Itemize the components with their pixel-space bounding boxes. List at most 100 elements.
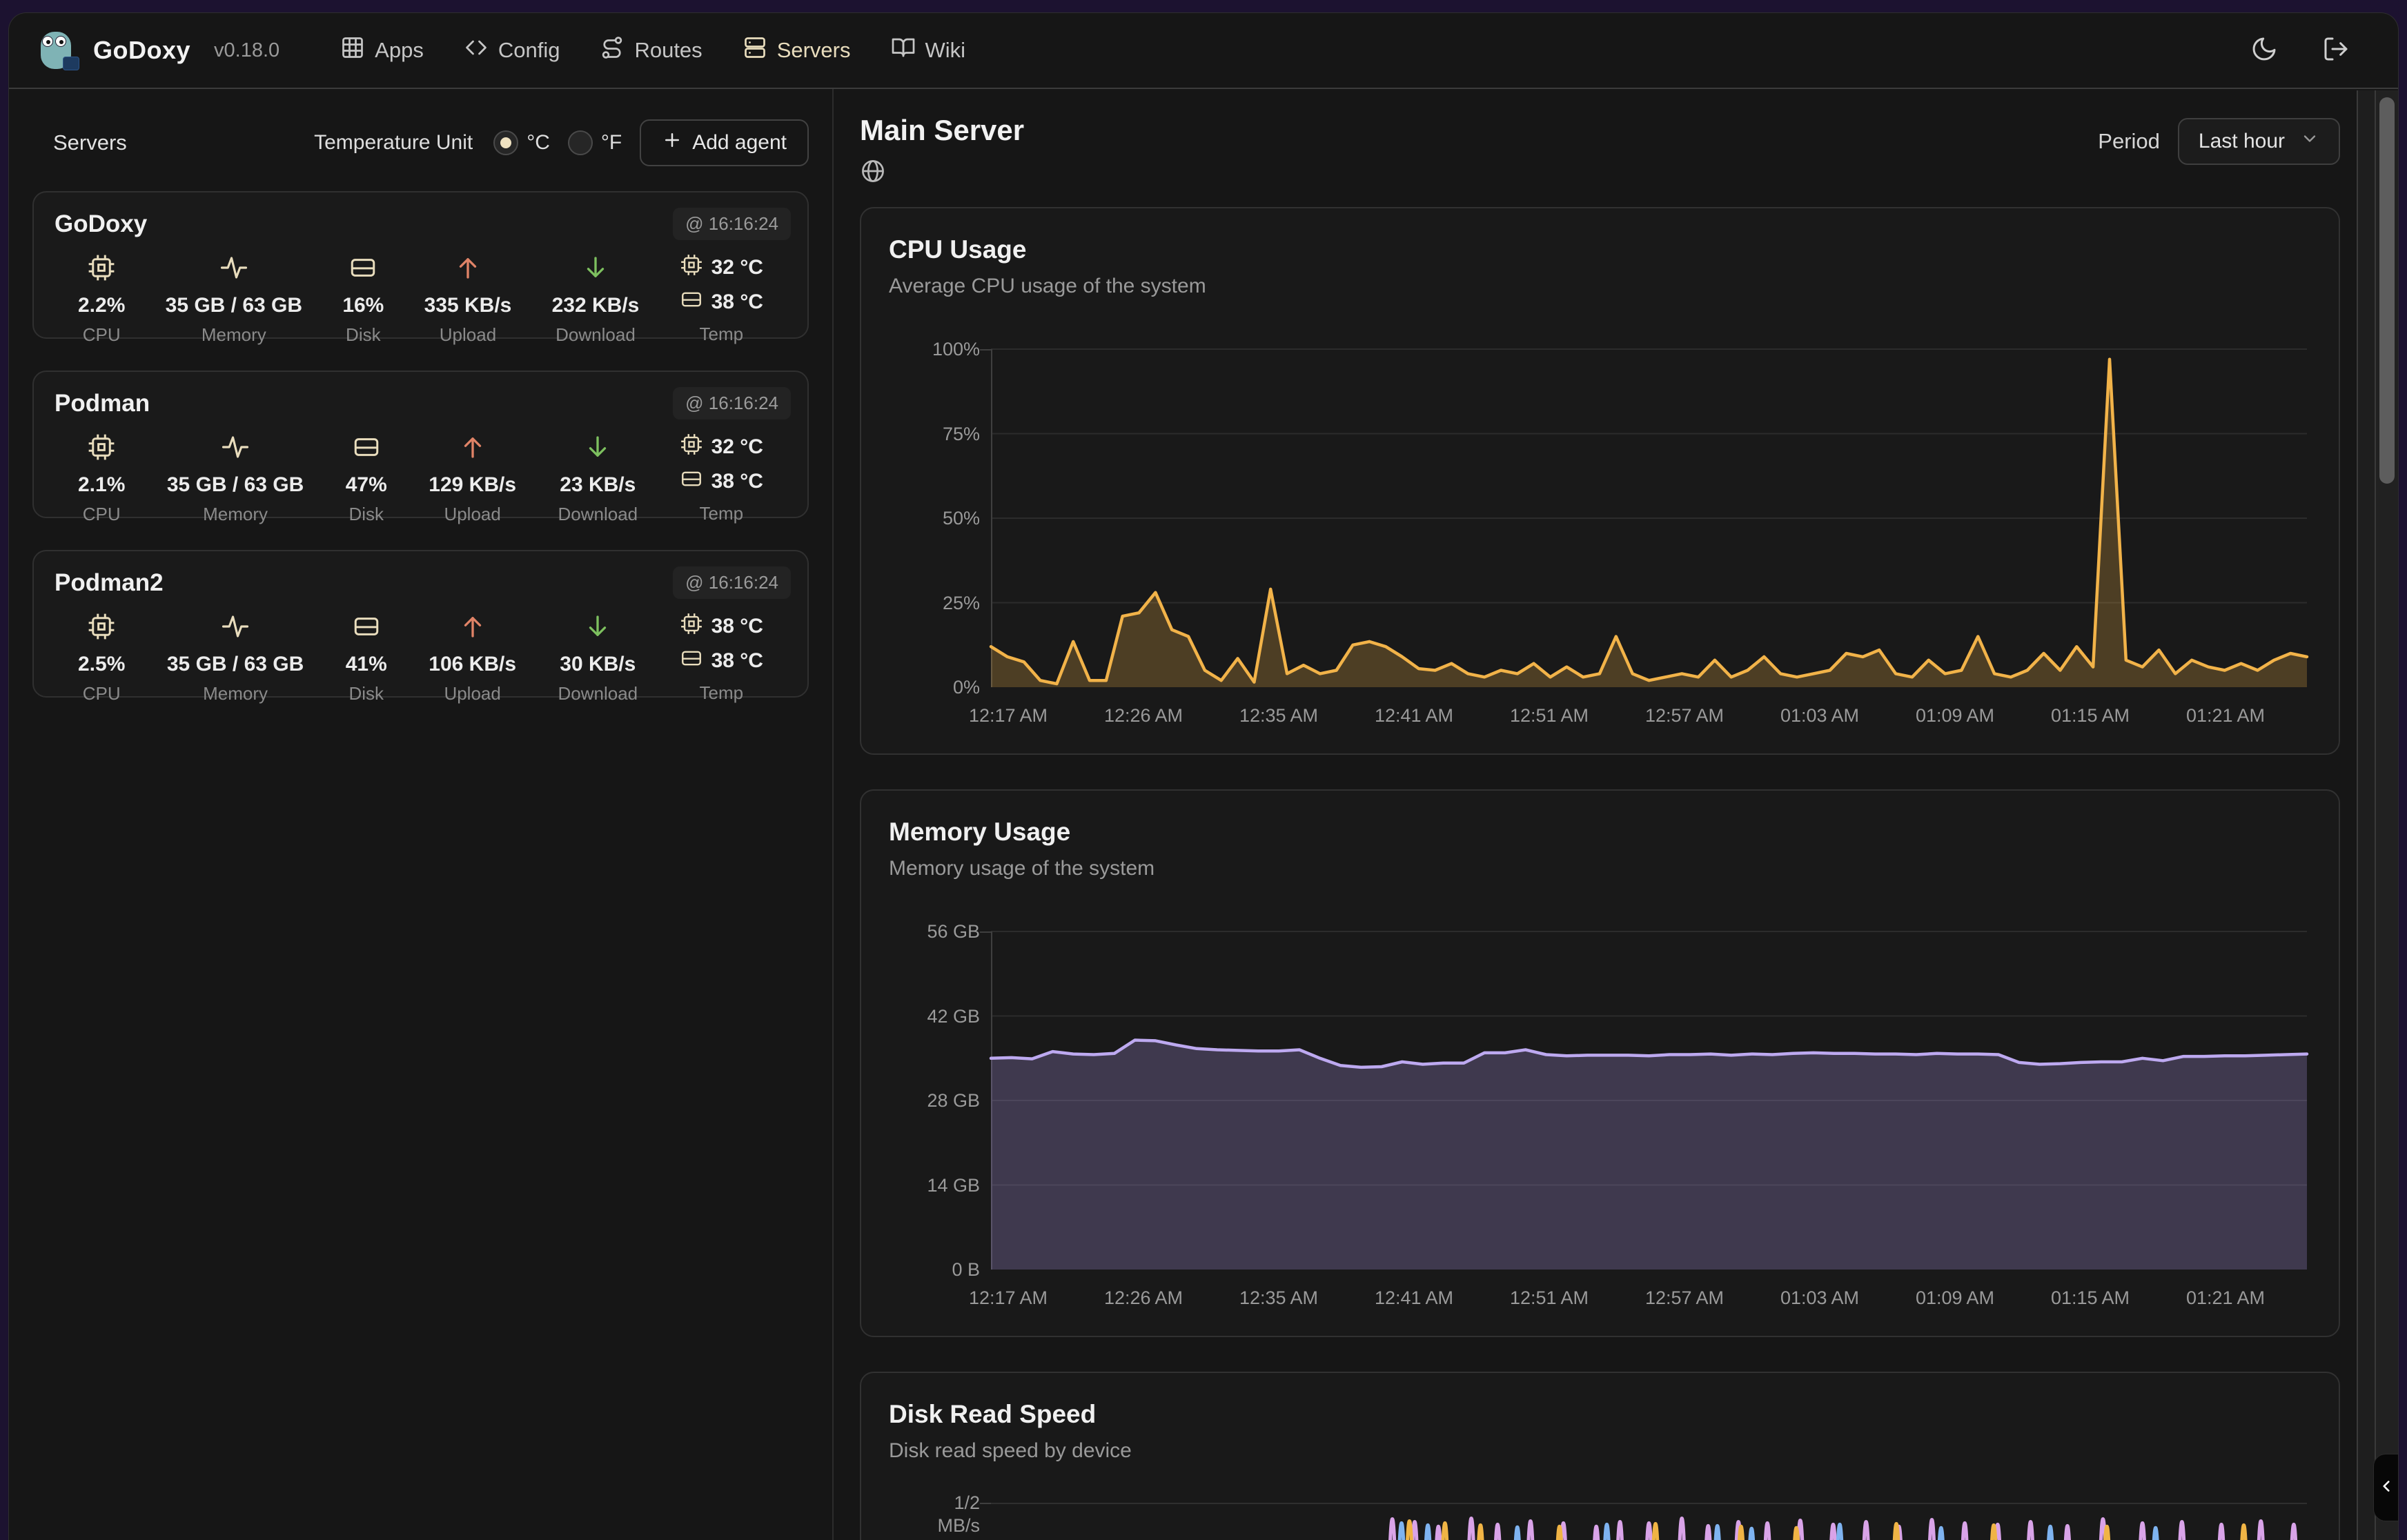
stats-row: 2.2%CPU35 GB / 63 GBMemory16%Disk335 KB/… bbox=[55, 253, 787, 346]
stat-label: CPU bbox=[83, 504, 121, 525]
inner-scrollbar-track bbox=[2357, 90, 2376, 1540]
activity-icon bbox=[219, 253, 248, 286]
page-scrollbar-track bbox=[2376, 90, 2398, 1540]
server-card[interactable]: GoDoxy@ 16:16:242.2%CPU35 GB / 63 GBMemo… bbox=[32, 191, 809, 339]
cpu-icon bbox=[680, 433, 703, 462]
hdd-icon bbox=[680, 467, 703, 496]
x-axis-tick: 01:15 AM bbox=[2051, 1287, 2130, 1309]
period-select[interactable]: Last hour bbox=[2178, 118, 2340, 165]
nav-item-config[interactable]: Config bbox=[464, 35, 560, 66]
stat-label: Temp bbox=[699, 503, 743, 524]
stat-temp: 32 °C38 °CTemp bbox=[680, 433, 763, 525]
collapse-panel-tab[interactable] bbox=[2373, 1454, 2398, 1521]
stat-label: Temp bbox=[700, 324, 744, 345]
stat-label: Download bbox=[558, 504, 638, 525]
nav-item-wiki[interactable]: Wiki bbox=[891, 35, 966, 66]
stat-label: Disk bbox=[348, 504, 384, 525]
stat-label: Temp bbox=[699, 682, 743, 704]
stat-label: Download bbox=[558, 683, 638, 704]
brand-link[interactable]: GoDoxy v0.18.0 bbox=[39, 30, 279, 70]
stat: 129 KB/sUpload bbox=[429, 433, 516, 525]
disk-read-chart: 1/2 MB/s bbox=[991, 1503, 2307, 1540]
cpu-temp-value: 32 °C bbox=[711, 435, 763, 459]
stat-value: 35 GB / 63 GB bbox=[167, 653, 304, 676]
chart-title: Memory Usage bbox=[889, 817, 2307, 847]
last-update-badge: @ 16:16:24 bbox=[673, 566, 791, 599]
stat-label: Memory bbox=[202, 324, 266, 346]
cpu-usage-chart: 100%75%50%25%0%12:17 AM12:26 AM12:35 AM1… bbox=[991, 349, 2307, 687]
temperature-unit-label: Temperature Unit bbox=[314, 131, 473, 155]
nav-item-label: Wiki bbox=[925, 38, 966, 63]
stat: 30 KB/sDownload bbox=[558, 612, 638, 704]
radio-fahrenheit[interactable]: °F bbox=[568, 130, 622, 155]
x-axis-tick: 12:57 AM bbox=[1645, 705, 1724, 727]
server-card[interactable]: Podman@ 16:16:242.1%CPU35 GB / 63 GBMemo… bbox=[32, 371, 809, 518]
stat-label: Disk bbox=[348, 683, 384, 704]
x-axis-tick: 12:35 AM bbox=[1239, 705, 1318, 727]
page-title: Main Server bbox=[860, 114, 1024, 147]
globe-icon bbox=[860, 158, 1024, 188]
nav-items: Apps Config Routes Servers Wiki bbox=[340, 35, 965, 66]
arrow-down-icon bbox=[583, 612, 612, 644]
arrow-up-icon bbox=[458, 612, 487, 644]
add-agent-button[interactable]: Add agent bbox=[640, 119, 809, 166]
period-label: Period bbox=[2098, 129, 2160, 154]
stat-temp: 38 °C38 °CTemp bbox=[680, 612, 763, 704]
y-axis-tick: 25% bbox=[890, 593, 980, 613]
y-axis-tick: 50% bbox=[890, 508, 980, 529]
radio-circle bbox=[493, 130, 518, 155]
stat-value: 106 KB/s bbox=[429, 653, 516, 676]
main-panel: Main Server Period Last hour CPU Usage A… bbox=[834, 89, 2399, 1540]
stat-value: 16% bbox=[342, 294, 384, 317]
grid-icon bbox=[340, 35, 365, 66]
godoxy-logo bbox=[39, 30, 79, 70]
y-axis-tick: 100% bbox=[890, 339, 980, 359]
stats-row: 2.5%CPU35 GB / 63 GBMemory41%Disk106 KB/… bbox=[55, 612, 787, 704]
x-axis-tick: 01:03 AM bbox=[1780, 705, 1859, 727]
chart-title: CPU Usage bbox=[889, 235, 2307, 265]
scrollbar-thumb[interactable] bbox=[2379, 97, 2395, 484]
chevron-down-icon bbox=[2300, 129, 2319, 154]
cpu-icon bbox=[680, 612, 703, 641]
disk-temp-value: 38 °C bbox=[711, 290, 763, 314]
brand-version: v0.18.0 bbox=[214, 39, 279, 62]
arrow-up-icon bbox=[453, 253, 482, 286]
sidebar-title: Servers bbox=[53, 130, 127, 155]
activity-icon bbox=[221, 433, 250, 465]
code-icon bbox=[464, 35, 489, 66]
stat-label: CPU bbox=[83, 324, 121, 346]
nav-item-servers[interactable]: Servers bbox=[743, 35, 851, 66]
nav-item-label: Apps bbox=[375, 38, 424, 63]
servers-sidebar: Servers Temperature Unit °C °F Add agent bbox=[9, 89, 834, 1540]
stat: 41% Disk bbox=[346, 612, 387, 704]
x-axis-tick: 12:17 AM bbox=[969, 705, 1048, 727]
chart-subtitle: Disk read speed by device bbox=[889, 1438, 2307, 1464]
x-axis-tick: 12:51 AM bbox=[1510, 1287, 1589, 1309]
y-axis-tick: 14 GB bbox=[890, 1175, 980, 1196]
stats-row: 2.1%CPU35 GB / 63 GBMemory47%Disk129 KB/… bbox=[55, 433, 787, 525]
stat: 335 KB/sUpload bbox=[424, 253, 512, 346]
cpu-icon bbox=[87, 253, 116, 286]
hdd-icon bbox=[352, 612, 381, 644]
route-icon bbox=[600, 35, 625, 66]
main-header: Main Server Period Last hour bbox=[860, 114, 2340, 188]
disk-axis-label: 1/2 MB/s bbox=[890, 1492, 980, 1537]
x-axis-tick: 01:15 AM bbox=[2051, 705, 2130, 727]
sidebar-header: Servers Temperature Unit °C °F Add agent bbox=[32, 89, 809, 191]
nav-item-apps[interactable]: Apps bbox=[340, 35, 424, 66]
nav-item-routes[interactable]: Routes bbox=[600, 35, 702, 66]
hdd-icon bbox=[352, 433, 381, 465]
radio-celsius[interactable]: °C bbox=[493, 130, 550, 155]
y-axis-tick: 0% bbox=[890, 677, 980, 698]
app-window: GoDoxy v0.18.0 Apps Config Routes Server… bbox=[8, 12, 2399, 1540]
x-axis-labels: 12:17 AM12:26 AM12:35 AM12:41 AM12:51 AM… bbox=[991, 705, 2307, 733]
server-card[interactable]: Podman2@ 16:16:242.5%CPU35 GB / 63 GBMem… bbox=[32, 550, 809, 698]
chart-subtitle: Memory usage of the system bbox=[889, 856, 2307, 882]
stat-label: Upload bbox=[440, 324, 496, 346]
logout-icon[interactable] bbox=[2322, 35, 2350, 66]
moon-icon[interactable] bbox=[2250, 35, 2278, 66]
stat-label: Upload bbox=[444, 683, 500, 704]
stat-value: 41% bbox=[346, 653, 387, 676]
cpu-usage-card: CPU Usage Average CPU usage of the syste… bbox=[860, 207, 2340, 755]
stat-value: 129 KB/s bbox=[429, 473, 516, 497]
